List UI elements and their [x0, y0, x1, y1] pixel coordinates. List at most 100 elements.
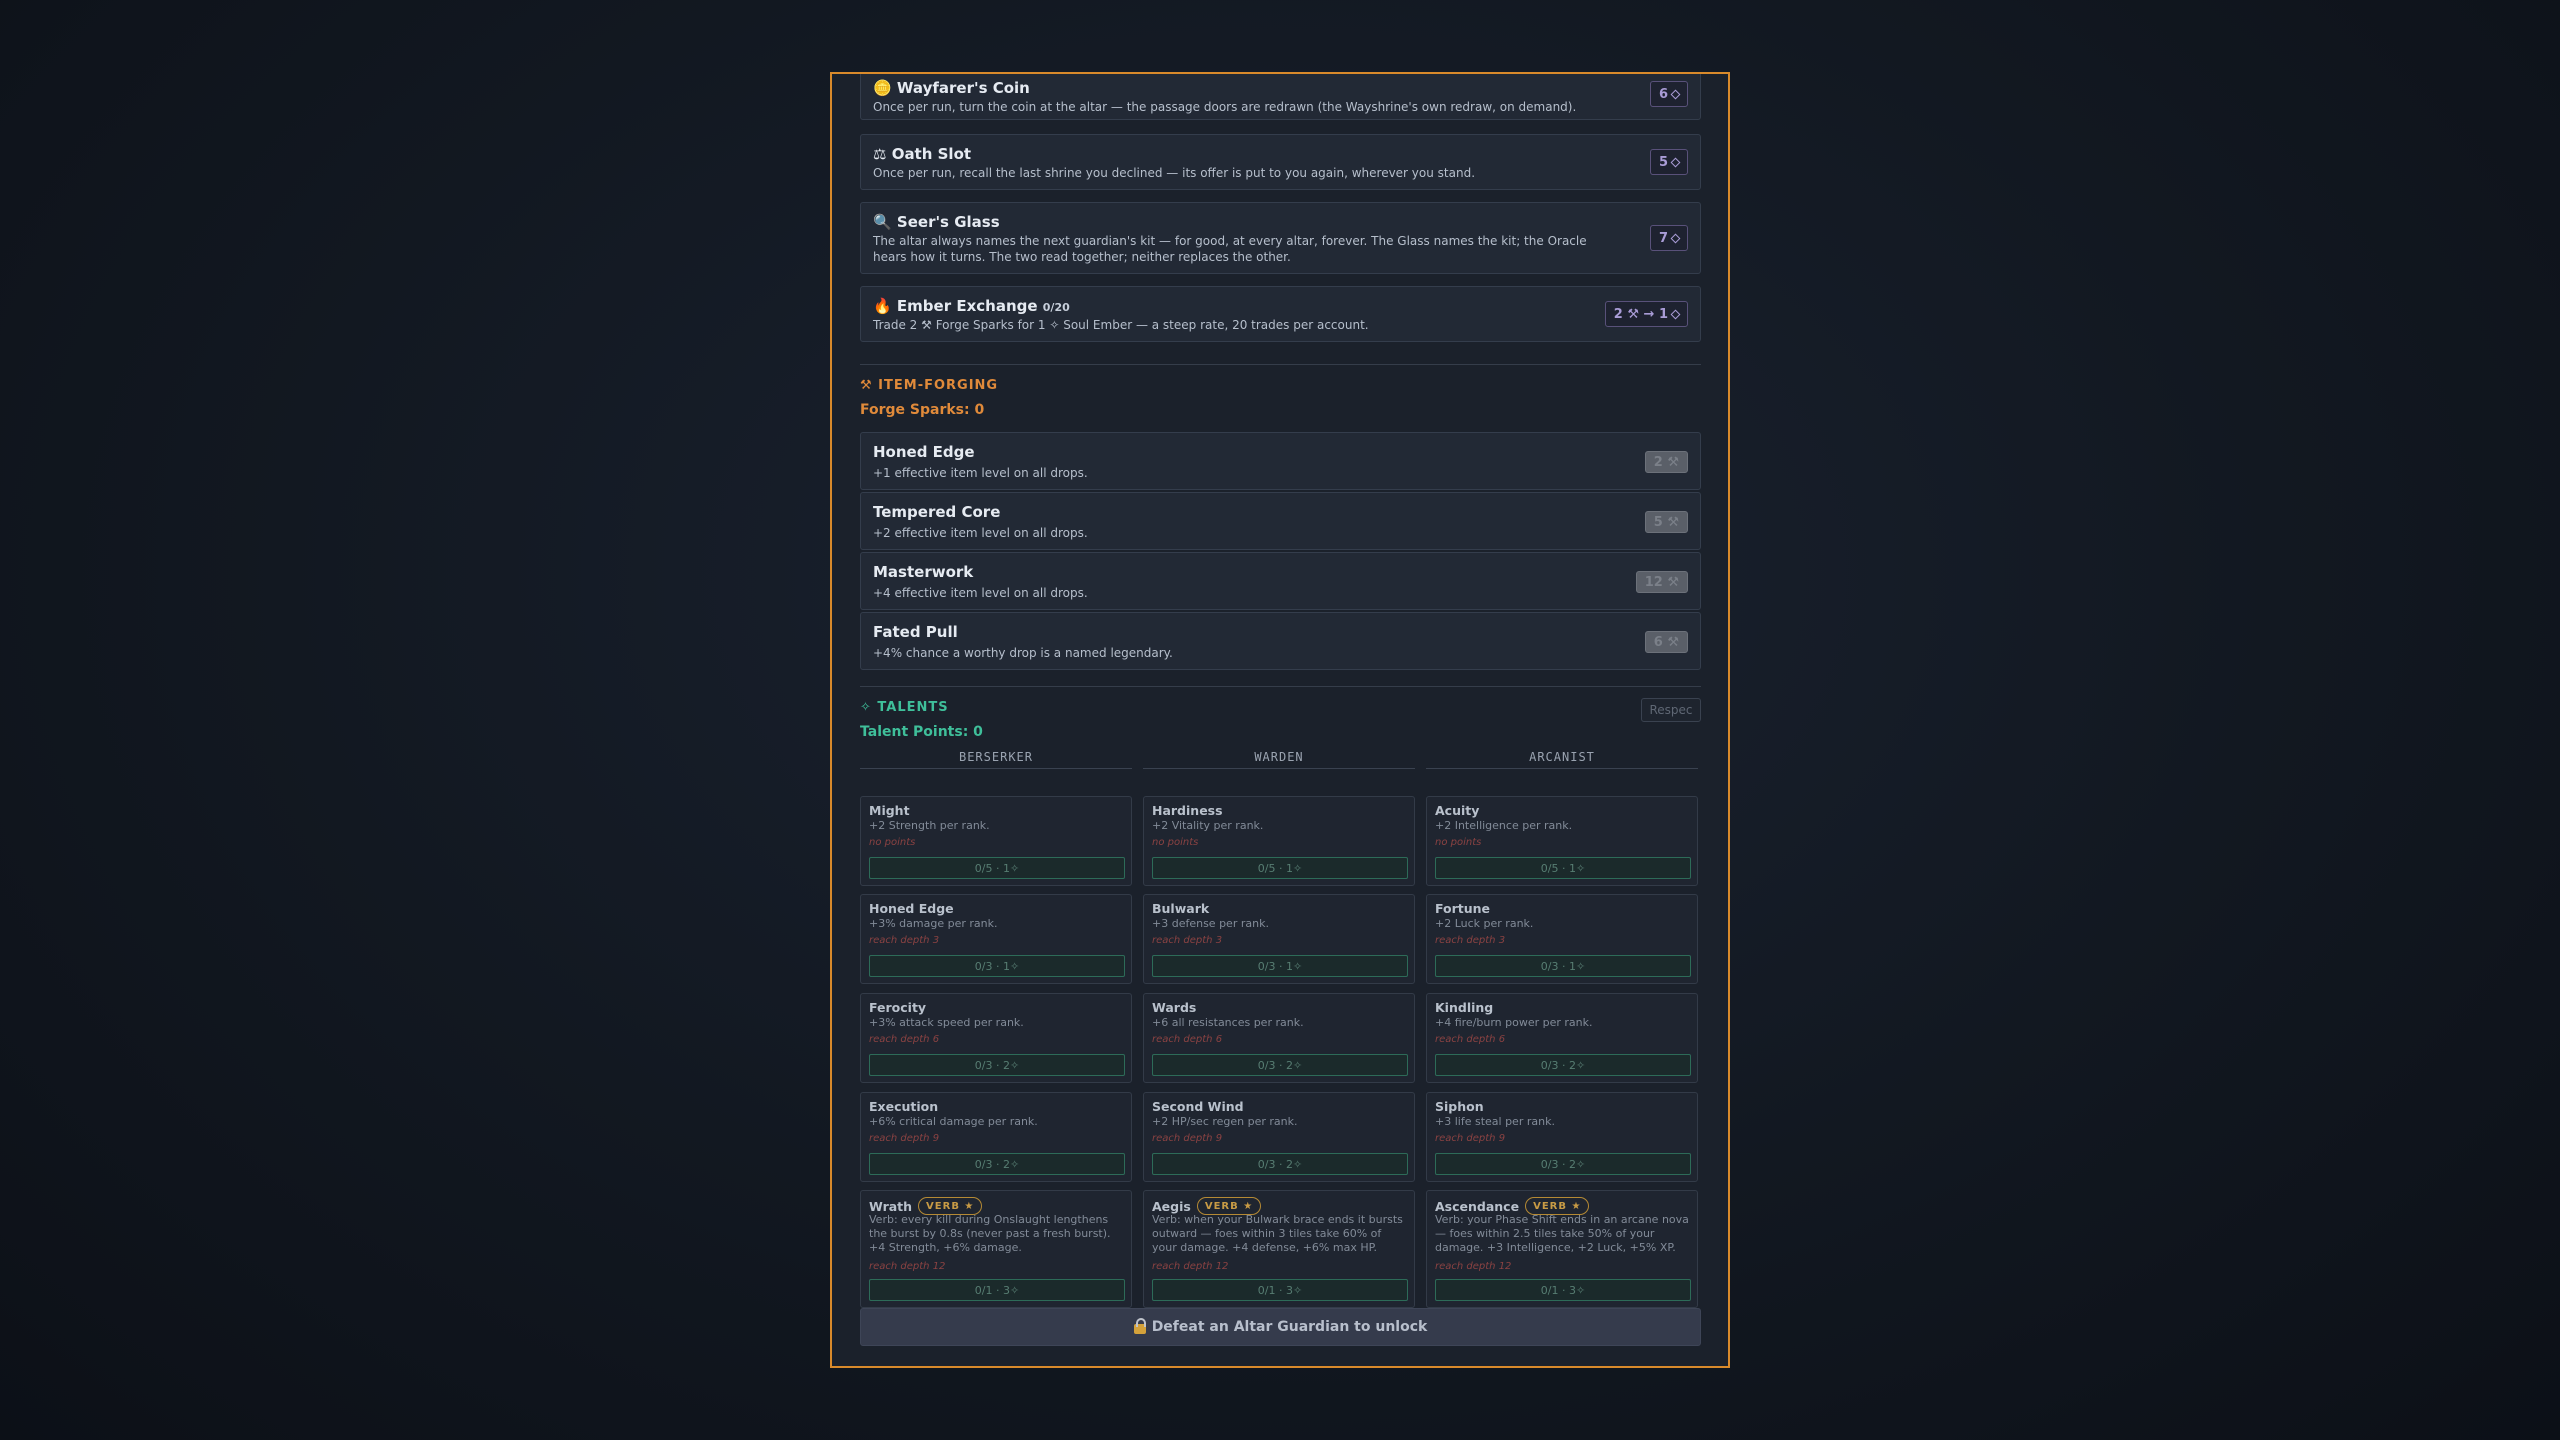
talent-rank-button[interactable]: 0/3 · 2✧ [869, 1153, 1125, 1175]
talent-rank-button[interactable]: 0/3 · 1✧ [869, 955, 1125, 977]
talent-name: Ascendance [1435, 1198, 1520, 1214]
talent-card-wards[interactable]: Wards +6 all resistances per rank. reach d… [1143, 993, 1415, 1083]
divider [860, 364, 1701, 365]
talent-rank-button[interactable]: 0/1 · 3✧ [1152, 1279, 1408, 1301]
talent-rank-button[interactable]: 0/3 · 1✧ [1152, 955, 1408, 977]
talent-rank-button[interactable]: 0/5 · 1✧ [1435, 857, 1691, 879]
item-title: Tempered Core [873, 503, 1001, 521]
forge-buy-button[interactable]: 5 ⚒ [1644, 511, 1688, 533]
talent-rank-button[interactable]: 0/3 · 2✧ [869, 1054, 1125, 1076]
talent-name-row: Fortune [1435, 901, 1490, 916]
magnifier-icon: 🔍 [873, 213, 892, 231]
shop-item-oath-slot[interactable]: ⚖ Oath Slot Once per run, recall the las… [860, 134, 1701, 190]
unlock-button[interactable]: Defeat an Altar Guardian to unlock [860, 1308, 1701, 1346]
talent-points-count: Talent Points: 0 [860, 724, 983, 740]
talent-name: Siphon [1435, 1099, 1484, 1114]
forge-item-fated-pull[interactable]: Fated Pull +4% chance a worthy drop is a… [860, 612, 1701, 670]
talent-desc: +2 HP/sec regen per rank. [1152, 1115, 1298, 1128]
talent-name: Ferocity [869, 1000, 927, 1015]
soul-ember-icon [1670, 233, 1681, 243]
talent-card-hardiness[interactable]: Hardiness +2 Vitality per rank. no points 0… [1143, 796, 1415, 886]
talent-name: Might [869, 803, 910, 818]
talent-requirement: no points [1435, 837, 1482, 848]
talent-name: Kindling [1435, 1000, 1494, 1015]
forge-item-tempered-core[interactable]: Tempered Core +2 effective item level on… [860, 492, 1701, 550]
talents-heading: ✧ TALENTS [860, 700, 949, 715]
forge-buy-button[interactable]: 6 ⚒ [1644, 631, 1688, 653]
talent-requirement: reach depth 9 [869, 1133, 940, 1144]
talent-card-acuity[interactable]: Acuity +2 Intelligence per rank. no points… [1426, 796, 1698, 886]
talent-card-bulwark[interactable]: Bulwark +3 defense per rank. reach depth 3… [1143, 894, 1415, 984]
talent-desc: Verb: when your Bulwark brace ends it bu… [1152, 1213, 1403, 1254]
item-desc: Once per run, recall the last shrine you… [873, 166, 1476, 180]
forge-item-masterwork[interactable]: Masterwork +4 effective item level on al… [860, 552, 1701, 610]
shop-item-wayfarers-coin[interactable]: 🪙 Wayfarer's Coin Once per run, turn the… [860, 74, 1701, 120]
buy-button[interactable]: 5 [1649, 149, 1688, 175]
talent-desc: +6% critical damage per rank. [869, 1115, 1038, 1128]
forge-buy-button[interactable]: 12 ⚒ [1635, 571, 1688, 593]
divider [860, 686, 1701, 687]
talent-rank-button[interactable]: 0/5 · 1✧ [1152, 857, 1408, 879]
talent-requirement: reach depth 9 [1152, 1133, 1223, 1144]
talent-name-row: Siphon [1435, 1099, 1484, 1114]
talent-name-row: Wards [1152, 1000, 1196, 1015]
fire-icon: 🔥 [873, 297, 892, 315]
talent-requirement: reach depth 12 [1152, 1261, 1229, 1272]
talent-card-execution[interactable]: Execution +6% critical damage per rank. re… [860, 1092, 1132, 1182]
forge-buy-button[interactable]: 2 ⚒ [1644, 451, 1688, 473]
talent-name: Acuity [1435, 803, 1480, 818]
talent-card-siphon[interactable]: Siphon +3 life steal per rank. reach depth… [1426, 1092, 1698, 1182]
talent-name: Hardiness [1152, 803, 1223, 818]
talent-desc: +2 Luck per rank. [1435, 917, 1534, 930]
talent-requirement: reach depth 3 [1152, 935, 1223, 946]
item-desc: +4% chance a worthy drop is a named lege… [873, 646, 1173, 660]
talent-rank-button[interactable]: 0/3 · 2✧ [1435, 1054, 1691, 1076]
talent-rank-button[interactable]: 0/1 · 3✧ [869, 1279, 1125, 1301]
talent-rank-button[interactable]: 0/3 · 1✧ [1435, 955, 1691, 977]
shop-item-seers-glass[interactable]: 🔍 Seer's Glass The altar always names th… [860, 202, 1701, 274]
buy-button[interactable]: 6 [1649, 81, 1688, 107]
talent-card-ascendance[interactable]: Ascendance VERB ★ Verb: your Phase Shift e… [1426, 1190, 1698, 1308]
buy-button[interactable]: 7 [1649, 225, 1688, 251]
talent-card-honed-edge[interactable]: Honed Edge +3% damage per rank. reach dept… [860, 894, 1132, 984]
talent-requirement: reach depth 9 [1435, 1133, 1506, 1144]
talent-requirement: reach depth 3 [1435, 935, 1506, 946]
talent-card-fortune[interactable]: Fortune +2 Luck per rank. reach depth 3 0/3… [1426, 894, 1698, 984]
talent-card-ferocity[interactable]: Ferocity +3% attack speed per rank. reach … [860, 993, 1132, 1083]
talent-rank-button[interactable]: 0/5 · 1✧ [869, 857, 1125, 879]
talent-requirement: no points [869, 837, 916, 848]
item-title: Ember Exchange [896, 297, 1038, 315]
item-title: Wayfarer's Coin [896, 79, 1030, 97]
talent-card-might[interactable]: Might +2 Strength per rank. no points 0/5 ·… [860, 796, 1132, 886]
exchange-button[interactable]: 2 ⚒ → 1 [1604, 301, 1688, 327]
forge-item-honed-edge[interactable]: Honed Edge +1 effective item level on al… [860, 432, 1701, 490]
scales-icon: ⚖ [873, 145, 887, 163]
talent-desc: +3% attack speed per rank. [869, 1016, 1024, 1029]
talent-requirement: no points [1152, 837, 1199, 848]
talent-rank-button[interactable]: 0/3 · 2✧ [1152, 1054, 1408, 1076]
talent-card-wrath[interactable]: Wrath VERB ★ Verb: every kill during Onsla… [860, 1190, 1132, 1308]
talent-column-header: BERSERKER [860, 750, 1132, 769]
talent-requirement: reach depth 6 [1152, 1034, 1223, 1045]
forging-heading: ⚒ ITEM-FORGING [860, 378, 999, 393]
talent-name: Fortune [1435, 901, 1491, 916]
talent-column-header: ARCANIST [1426, 750, 1698, 769]
talent-desc: +6 all resistances per rank. [1152, 1016, 1304, 1029]
upgrade-panel: 🪙 Wayfarer's Coin Once per run, turn the… [830, 72, 1730, 1368]
talent-rank-button[interactable]: 0/1 · 3✧ [1435, 1279, 1691, 1301]
item-desc: The altar always names the next guardian… [873, 234, 1587, 264]
item-desc: Trade 2 ⚒ Forge Sparks for 1 ✧ Soul Embe… [873, 318, 1369, 332]
talent-rank-button[interactable]: 0/3 · 2✧ [1435, 1153, 1691, 1175]
talent-rank-button[interactable]: 0/3 · 2✧ [1152, 1153, 1408, 1175]
respec-button[interactable]: Respec [1641, 698, 1701, 722]
item-desc: Once per run, turn the coin at the altar… [873, 100, 1577, 114]
talent-card-aegis[interactable]: Aegis VERB ★ Verb: when your Bulwark brace… [1143, 1190, 1415, 1308]
item-title: Seer's Glass [896, 213, 1000, 231]
talent-name: Bulwark [1152, 901, 1210, 916]
shop-item-ember-exchange[interactable]: 🔥 Ember Exchange 0/20 Trade 2 ⚒ Forge Sp… [860, 286, 1701, 342]
talent-desc: +3% damage per rank. [869, 917, 998, 930]
talent-desc: Verb: your Phase Shift ends in an arcane… [1435, 1213, 1689, 1254]
talent-card-second-wind[interactable]: Second Wind +2 HP/sec regen per rank. reac… [1143, 1092, 1415, 1182]
talent-requirement: reach depth 12 [869, 1261, 946, 1272]
talent-card-kindling[interactable]: Kindling +4 fire/burn power per rank. reac… [1426, 993, 1698, 1083]
